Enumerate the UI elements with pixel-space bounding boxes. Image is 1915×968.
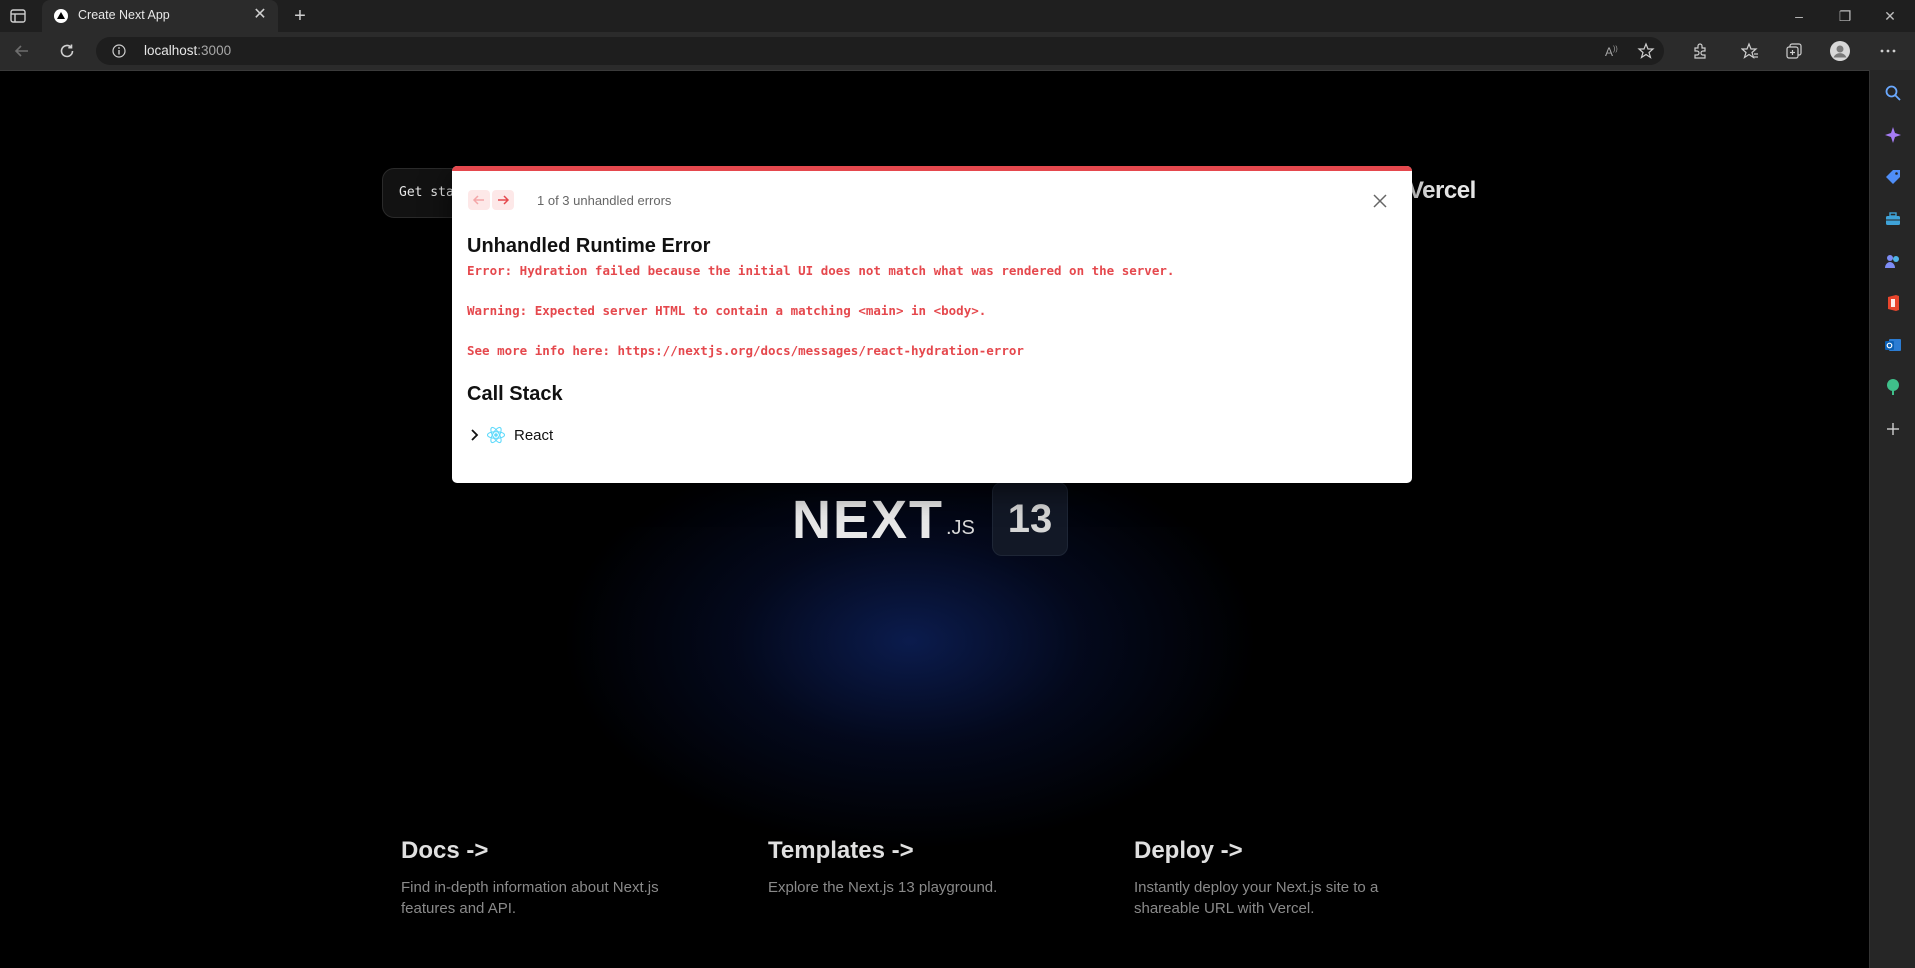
card-description: Explore the Next.js 13 playground.	[768, 879, 998, 896]
favorite-add-icon[interactable]	[1637, 42, 1655, 60]
nextjs-logo: NEXT	[792, 490, 945, 550]
card-title: Deploy ->	[1134, 837, 1243, 864]
error-title: Unhandled Runtime Error	[467, 235, 711, 257]
url-text: localhost:3000	[144, 43, 231, 58]
read-aloud-icon[interactable]: A))	[1604, 42, 1622, 60]
profile-avatar-icon[interactable]	[1828, 39, 1852, 63]
error-message-line: Error: Hydration failed because the init…	[467, 263, 1175, 278]
outlook-icon[interactable]	[1883, 335, 1903, 355]
vercel-favicon-icon	[54, 9, 68, 23]
error-accent-bar	[452, 166, 1412, 171]
call-stack-title: Call Stack	[467, 383, 563, 405]
error-overlay-dialog: 1 of 3 unhandled errors Unhandled Runtim…	[452, 166, 1412, 483]
shopping-tag-icon[interactable]	[1883, 167, 1903, 187]
chevron-right-icon	[471, 429, 479, 441]
card-title: Templates ->	[768, 837, 914, 864]
games-icon[interactable]	[1883, 251, 1903, 271]
call-stack-react-label: React	[514, 426, 554, 444]
refresh-icon[interactable]	[55, 39, 79, 63]
new-tab-icon[interactable]: +	[288, 4, 312, 28]
tab-close-icon[interactable]: ✕	[250, 5, 270, 25]
back-icon[interactable]	[10, 39, 34, 63]
minimize-icon[interactable]: –	[1777, 0, 1821, 32]
collections-icon[interactable]	[1782, 39, 1806, 63]
copilot-sparkle-icon[interactable]	[1883, 125, 1903, 145]
restore-icon[interactable]: ❐	[1823, 0, 1867, 32]
previous-error-button[interactable]	[468, 190, 490, 210]
info-link-line[interactable]: See more info here: https://nextjs.org/d…	[467, 343, 1024, 358]
address-bar[interactable]: localhost:3000 A))	[96, 37, 1664, 65]
nextjs-logo-suffix: .JS	[946, 517, 975, 539]
vercel-logo[interactable]: Vercel	[1408, 177, 1476, 205]
window-close-icon[interactable]: ✕	[1868, 0, 1912, 32]
url-host: localhost	[144, 43, 198, 58]
add-sidebar-app-icon[interactable]	[1883, 419, 1903, 439]
browser-tab[interactable]: Create Next App ✕	[42, 0, 278, 32]
svg-text:)): ))	[1613, 46, 1618, 53]
edge-sidebar	[1869, 70, 1915, 968]
card-description: Instantly deploy your Next.js site to a …	[1134, 879, 1379, 917]
browser-toolbar: localhost:3000 A))	[0, 32, 1915, 71]
tab-bar: Create Next App ✕ + – ❐ ✕	[0, 0, 1915, 32]
site-info-icon[interactable]	[112, 44, 126, 58]
svg-text:A: A	[1605, 45, 1613, 59]
deploy-card[interactable]: Deploy -> Instantly deploy your Next.js …	[1134, 837, 1434, 919]
close-overlay-icon[interactable]	[1370, 191, 1390, 211]
tab-title: Create Next App	[78, 8, 170, 22]
more-menu-icon[interactable]	[1876, 39, 1900, 63]
tools-icon[interactable]	[1883, 209, 1903, 229]
docs-card[interactable]: Docs -> Find in-depth information about …	[401, 837, 701, 919]
search-icon[interactable]	[1883, 83, 1903, 103]
warning-message-line: Warning: Expected server HTML to contain…	[467, 303, 987, 318]
url-port: :3000	[197, 43, 232, 58]
error-count: 1 of 3 unhandled errors	[537, 193, 672, 208]
office-icon[interactable]	[1883, 293, 1903, 313]
tab-actions-icon[interactable]	[8, 6, 28, 26]
card-title: Docs ->	[401, 837, 489, 864]
card-description: Find in-depth information about Next.js …	[401, 879, 659, 917]
call-stack-react-toggle[interactable]: React	[470, 425, 553, 445]
get-started-text: Get sta	[399, 185, 454, 200]
templates-card[interactable]: Templates -> Explore the Next.js 13 play…	[768, 837, 1068, 898]
favorites-icon[interactable]	[1738, 39, 1762, 63]
extensions-icon[interactable]	[1688, 39, 1712, 63]
version-badge: 13	[992, 482, 1068, 556]
next-error-button[interactable]	[492, 190, 514, 210]
react-icon	[486, 426, 506, 444]
tree-icon[interactable]	[1883, 377, 1903, 397]
